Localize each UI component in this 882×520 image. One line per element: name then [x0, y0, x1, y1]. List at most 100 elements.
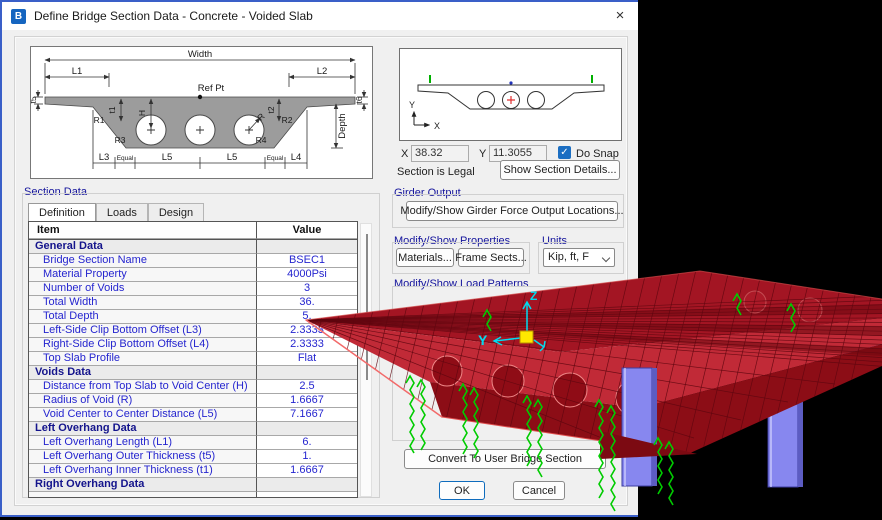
y-coordinate-label: Y	[479, 148, 486, 160]
row-item-cell: Radius of Void (R)	[29, 394, 257, 408]
define-bridge-section-dialog: B Define Bridge Section Data - Concrete …	[0, 0, 640, 517]
preview-axis-x-label: X	[434, 121, 440, 131]
row-value-cell[interactable]: 3	[257, 282, 357, 296]
dialog-title: Define Bridge Section Data - Concrete - …	[34, 9, 313, 23]
corner-r3-label: R3	[115, 135, 126, 145]
girder-force-output-button[interactable]: Modify/Show Girder Force Output Location…	[406, 201, 618, 221]
x-coordinate-field[interactable]: 38.32	[411, 145, 469, 162]
row-item-cell: Bridge Section Name	[29, 254, 257, 268]
corner-r2-label: R2	[282, 115, 293, 125]
table-row[interactable]: Distance from Top Slab to Void Center (H…	[29, 380, 357, 394]
table-row[interactable]: Left Overhang Inner Thickness (t1)1.6667	[29, 464, 357, 478]
cancel-button[interactable]: Cancel	[513, 481, 565, 500]
title-bar[interactable]: B Define Bridge Section Data - Concrete …	[2, 2, 638, 30]
table-row[interactable]: Bridge Section NameBSEC1	[29, 254, 357, 268]
section-schematic-diagram: Width L1 L2 Ref Pt t5 t6 t1 t2 H R R1 R2…	[31, 47, 372, 178]
dim-l4-label: L4	[291, 152, 302, 163]
dim-depth-label: Depth	[337, 113, 348, 138]
preview-void-3	[528, 92, 545, 109]
far-pier	[768, 380, 803, 487]
close-icon[interactable]: ×	[608, 5, 632, 27]
table-row[interactable]: Material Property4000Psi	[29, 268, 357, 282]
render-background	[638, 0, 882, 520]
row-item-cell: Number of Voids	[29, 282, 257, 296]
dim-width-label: Width	[188, 49, 212, 60]
dim-l1-label: L1	[72, 66, 83, 77]
table-header-row: Item Value	[29, 222, 357, 240]
table-row[interactable]: Number of Voids3	[29, 282, 357, 296]
table-row[interactable]: Right Overhang Data	[29, 478, 357, 492]
table-row[interactable]: Top Slab ProfileFlat	[29, 352, 357, 366]
table-row[interactable]: Total Width36.	[29, 296, 357, 310]
section-preview-drawing: Y X	[400, 49, 621, 140]
table-row[interactable]: Right-Side Clip Bottom Offset (L4)2.3333	[29, 338, 357, 352]
frame-sects-button[interactable]: Frame Sects...	[458, 248, 524, 267]
table-row[interactable]	[29, 492, 357, 498]
units-selected-value: Kip, ft, F	[548, 251, 589, 263]
row-value-cell[interactable]: 2.3333	[257, 338, 357, 352]
do-snap-checkbox[interactable]: ✓	[558, 146, 571, 159]
ok-button[interactable]: OK	[439, 481, 485, 500]
row-value-cell[interactable]: 4000Psi	[257, 268, 357, 282]
row-value-cell	[257, 422, 357, 436]
column-header-value: Value	[257, 222, 357, 239]
app-icon: B	[11, 9, 26, 24]
row-value-cell	[257, 240, 357, 254]
row-item-cell: Total Depth	[29, 310, 257, 324]
screen: { "window": { "title": "Define Bridge Se…	[0, 0, 882, 520]
table-scrollbar[interactable]	[360, 223, 372, 497]
table-row[interactable]: Left-Side Clip Bottom Offset (L3)2.3333	[29, 324, 357, 338]
row-value-cell[interactable]: 2.3333	[257, 324, 357, 338]
row-item-cell: Left Overhang Inner Thickness (t1)	[29, 464, 257, 478]
table-row[interactable]: Void Center to Center Distance (L5)7.166…	[29, 408, 357, 422]
table-row[interactable]: Left Overhang Outer Thickness (t5)1.	[29, 450, 357, 464]
dim-l2-label: L2	[317, 66, 328, 77]
row-value-cell[interactable]	[257, 492, 357, 498]
section-preview-canvas[interactable]: Y X	[399, 48, 622, 141]
row-item-cell: Voids Data	[29, 366, 257, 380]
tab-definition[interactable]: Definition	[28, 203, 96, 221]
row-value-cell[interactable]: BSEC1	[257, 254, 357, 268]
materials-button[interactable]: Materials...	[396, 248, 454, 267]
table-row[interactable]: Total Depth5.	[29, 310, 357, 324]
row-value-cell[interactable]: 1.	[257, 450, 357, 464]
row-value-cell[interactable]: 1.6667	[257, 464, 357, 478]
table-row[interactable]: Voids Data	[29, 366, 357, 380]
row-item-cell: General Data	[29, 240, 257, 254]
row-value-cell	[257, 478, 357, 492]
far-bent-cap	[845, 327, 882, 366]
table-row[interactable]: Left Overhang Length (L1)6.	[29, 436, 357, 450]
row-item-cell: Right Overhang Data	[29, 478, 257, 492]
row-value-cell[interactable]: 6.	[257, 436, 357, 450]
section-table-body: General DataBridge Section NameBSEC1Mate…	[29, 240, 357, 498]
row-value-cell[interactable]: 5.	[257, 310, 357, 324]
row-item-cell: Total Width	[29, 296, 257, 310]
dim-equal-right-label: Equal	[267, 155, 284, 162]
row-value-cell[interactable]: 1.6667	[257, 394, 357, 408]
x-coordinate-label: X	[401, 148, 408, 160]
chevron-down-icon	[602, 254, 610, 262]
row-value-cell[interactable]: 36.	[257, 296, 357, 310]
tab-design[interactable]: Design	[148, 203, 204, 221]
do-snap-label: Do Snap	[576, 148, 619, 160]
dim-l5-left-label: L5	[162, 152, 173, 163]
row-value-cell[interactable]: Flat	[257, 352, 357, 366]
preview-void-1	[478, 92, 495, 109]
row-item-cell: Left Overhang Outer Thickness (t5)	[29, 450, 257, 464]
show-section-details-button[interactable]: Show Section Details...	[500, 160, 620, 180]
dim-equal-left-label: Equal	[117, 155, 134, 162]
row-item-cell	[29, 492, 257, 498]
table-scrollbar-thumb[interactable]	[366, 234, 368, 380]
dim-t2-label: t2	[266, 106, 276, 113]
table-row[interactable]: Left Overhang Data	[29, 422, 357, 436]
units-select[interactable]: Kip, ft, F	[543, 248, 615, 267]
ref-point-dot	[198, 95, 202, 99]
row-item-cell: Left Overhang Data	[29, 422, 257, 436]
table-row[interactable]: Radius of Void (R)1.6667	[29, 394, 357, 408]
tab-loads[interactable]: Loads	[96, 203, 148, 221]
corner-r1-label: R1	[94, 115, 105, 125]
row-value-cell[interactable]: 7.1667	[257, 408, 357, 422]
table-row[interactable]: General Data	[29, 240, 357, 254]
row-value-cell[interactable]: 2.5	[257, 380, 357, 394]
convert-to-user-bridge-section-button[interactable]: Convert To User Bridge Section	[404, 449, 606, 469]
